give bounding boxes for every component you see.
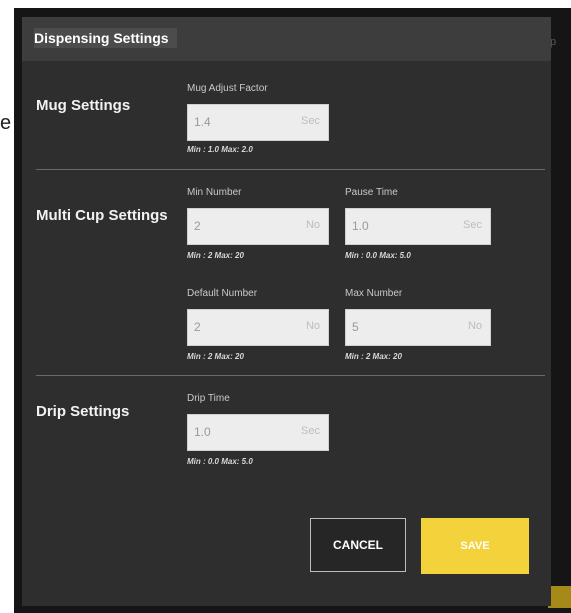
min-number-unit: No [305,219,320,231]
pause-time-unit: Sec [463,219,482,231]
max-number-value: 5 [352,320,359,334]
cancel-button[interactable]: CANCEL [310,518,406,572]
section-label-mug-settings: Mug Settings [36,97,131,114]
background-button-peek [548,586,571,608]
max-number-hint: Min : 2 Max: 20 [345,352,402,361]
min-number-hint: Min : 2 Max: 20 [187,251,244,260]
field-label-min-number: Min Number [187,187,242,198]
min-number-value: 2 [194,219,201,233]
default-number-hint: Min : 2 Max: 20 [187,352,244,361]
pause-time-hint: Min : 0.0 Max: 5.0 [345,251,411,260]
field-label-mug-adjust-factor: Mug Adjust Factor [187,83,268,94]
field-label-pause-time: Pause Time [345,187,398,198]
section-divider [36,375,545,376]
drip-time-value: 1.0 [194,425,211,439]
drip-time-hint: Min : 0.0 Max: 5.0 [187,457,253,466]
field-label-drip-time: Drip Time [187,393,230,404]
min-number-input[interactable]: 2 No [187,208,329,245]
pause-time-value: 1.0 [352,219,369,233]
section-label-multi-cup-settings: Multi Cup Settings [36,207,168,224]
mug-adjust-factor-hint: Min : 1.0 Max: 2.0 [187,145,253,154]
dispensing-settings-dialog: Dispensing Settings Mug Settings Mug Adj… [22,17,551,606]
default-number-value: 2 [194,320,201,334]
field-label-default-number: Default Number [187,288,258,299]
drip-time-unit: Sec [301,425,320,437]
mug-adjust-factor-input[interactable]: 1.4 Sec [187,104,329,141]
max-number-unit: No [467,320,482,332]
default-number-unit: No [305,320,320,332]
background-peek-text-left: e [0,112,12,134]
save-button[interactable]: SAVE [421,518,529,574]
max-number-input[interactable]: 5 No [345,309,491,346]
mug-adjust-factor-value: 1.4 [194,115,211,129]
drip-time-input[interactable]: 1.0 Sec [187,414,329,451]
default-number-input[interactable]: 2 No [187,309,329,346]
section-label-drip-settings: Drip Settings [36,403,130,420]
field-label-max-number: Max Number [345,288,403,299]
dialog-header: Dispensing Settings [22,17,551,61]
mug-adjust-factor-unit: Sec [301,115,320,127]
pause-time-input[interactable]: 1.0 Sec [345,208,491,245]
section-divider [36,169,545,170]
dialog-title: Dispensing Settings [34,28,177,48]
